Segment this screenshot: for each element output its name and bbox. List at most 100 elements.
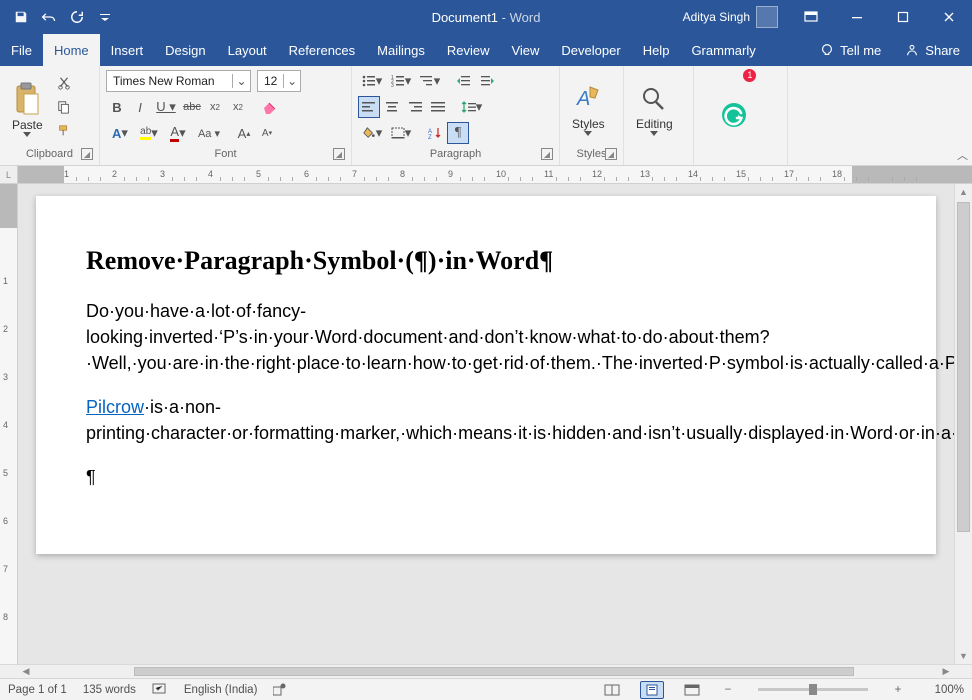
format-painter-icon[interactable]	[53, 120, 75, 142]
cut-icon[interactable]	[53, 72, 75, 94]
page-indicator[interactable]: Page 1 of 1	[8, 684, 67, 696]
tab-view[interactable]: View	[500, 34, 550, 66]
redo-icon[interactable]	[64, 5, 90, 29]
vertical-ruler[interactable]: 12345678	[0, 184, 18, 664]
styles-dialog-launcher[interactable]: ◢	[605, 148, 617, 160]
zoom-in-button[interactable]: +	[890, 684, 906, 696]
clipboard-dialog-launcher[interactable]: ◢	[81, 148, 93, 160]
collapse-ribbon-icon[interactable]: ︿	[957, 147, 968, 163]
align-right-icon[interactable]	[404, 96, 426, 118]
close-button[interactable]	[926, 0, 972, 34]
borders-icon[interactable]: ▾	[387, 122, 415, 144]
paragraph-dialog-launcher[interactable]: ◢	[541, 148, 553, 160]
tab-design[interactable]: Design	[154, 34, 216, 66]
tab-insert[interactable]: Insert	[100, 34, 155, 66]
zoom-slider-knob[interactable]	[809, 684, 817, 695]
zoom-out-button[interactable]: −	[720, 684, 736, 696]
scroll-down-icon[interactable]: ▼	[955, 648, 972, 664]
zoom-level[interactable]: 100%	[922, 684, 964, 696]
group-label: Paragraph	[430, 148, 481, 160]
align-left-icon[interactable]	[358, 96, 380, 118]
shading-icon[interactable]: ▾	[358, 122, 386, 144]
sort-icon[interactable]: AZ	[424, 122, 446, 144]
tab-file[interactable]: File	[0, 34, 43, 66]
line-spacing-icon[interactable]: ▾	[458, 96, 486, 118]
tab-help[interactable]: Help	[632, 34, 681, 66]
font-name-combo[interactable]: Times New Roman⌄	[106, 70, 251, 92]
tab-review[interactable]: Review	[436, 34, 501, 66]
horizontal-ruler[interactable]: 1234567891011121314151718	[18, 166, 972, 184]
pilcrow-link[interactable]: Pilcrow	[86, 397, 144, 417]
scroll-right-icon[interactable]: ▶	[938, 666, 954, 677]
subscript-button[interactable]: x2	[204, 96, 226, 118]
maximize-button[interactable]	[880, 0, 926, 34]
ribbon-tabs: File Home Insert Design Layout Reference…	[0, 34, 972, 66]
strikethrough-button[interactable]: abc	[181, 96, 203, 118]
word-count[interactable]: 135 words	[83, 684, 136, 696]
text-effects-icon[interactable]: A ▾	[106, 122, 134, 144]
vertical-scrollbar[interactable]: ▲ ▼	[954, 184, 972, 664]
copy-icon[interactable]	[53, 96, 75, 118]
horizontal-scrollbar[interactable]: ◀ ▶	[0, 664, 972, 678]
web-layout-icon[interactable]	[680, 681, 704, 699]
scroll-left-icon[interactable]: ◀	[18, 666, 34, 677]
ribbon-display-options-icon[interactable]	[788, 0, 834, 34]
spellcheck-icon[interactable]	[152, 683, 168, 696]
zoom-slider[interactable]	[758, 688, 868, 691]
shrink-font-icon[interactable]: A▾	[256, 122, 278, 144]
share-label: Share	[925, 43, 960, 58]
macro-recording-icon[interactable]	[273, 683, 287, 696]
show-hide-pilcrow-button[interactable]: ¶	[447, 122, 469, 144]
numbering-icon[interactable]: 123 ▾	[387, 70, 415, 92]
underline-button[interactable]: U ▾	[152, 96, 180, 118]
multilevel-list-icon[interactable]: ▾	[416, 70, 444, 92]
increase-indent-icon[interactable]	[476, 70, 498, 92]
status-bar: Page 1 of 1 135 words English (India) − …	[0, 678, 972, 700]
print-layout-icon[interactable]	[640, 681, 664, 699]
scroll-up-icon[interactable]: ▲	[955, 184, 972, 200]
font-size-combo[interactable]: 12⌄	[257, 70, 301, 92]
highlight-color-icon[interactable]: ab ▾	[135, 122, 163, 144]
editing-button[interactable]: Editing	[630, 70, 679, 148]
notification-badge-icon: 1	[743, 69, 756, 82]
share-button[interactable]: Share	[893, 34, 972, 66]
bold-button[interactable]: B	[106, 96, 128, 118]
tab-home[interactable]: Home	[43, 34, 100, 66]
group-label: Styles	[577, 148, 607, 160]
superscript-button[interactable]: x2	[227, 96, 249, 118]
grow-font-icon[interactable]: A▴	[233, 122, 255, 144]
align-center-icon[interactable]	[381, 96, 403, 118]
read-mode-icon[interactable]	[600, 681, 624, 699]
minimize-button[interactable]	[834, 0, 880, 34]
tab-grammarly[interactable]: Grammarly	[680, 34, 766, 66]
font-color-icon[interactable]: A ▾	[164, 122, 192, 144]
user-name: Aditya Singh	[683, 10, 750, 24]
undo-icon[interactable]	[36, 5, 62, 29]
tab-mailings[interactable]: Mailings	[366, 34, 436, 66]
save-icon[interactable]	[8, 5, 34, 29]
qat-customize-icon[interactable]	[92, 5, 118, 29]
justify-icon[interactable]	[427, 96, 449, 118]
tab-layout[interactable]: Layout	[217, 34, 278, 66]
account-user[interactable]: Aditya Singh	[683, 6, 778, 28]
group-styles: A Styles Styles◢	[560, 66, 624, 165]
paste-button[interactable]: Paste	[6, 70, 49, 148]
styles-button[interactable]: A Styles	[566, 70, 611, 148]
tab-references[interactable]: References	[278, 34, 366, 66]
tab-developer[interactable]: Developer	[550, 34, 631, 66]
font-size-value: 12	[258, 74, 283, 88]
bullets-icon[interactable]: ▾	[358, 70, 386, 92]
document-body[interactable]: Remove·Paragraph·Symbol·(¶)·in·Word¶ Do·…	[86, 242, 886, 490]
paste-label: Paste	[12, 118, 43, 132]
decrease-indent-icon[interactable]	[453, 70, 475, 92]
workspace: L 12345678 1234567891011121314151718 Rem…	[0, 166, 972, 664]
font-dialog-launcher[interactable]: ◢	[333, 148, 345, 160]
document-paragraph: Do·you·have·a·lot·of·fancy-looking·inver…	[86, 298, 886, 376]
tell-me[interactable]: Tell me	[808, 34, 893, 66]
language-indicator[interactable]: English (India)	[184, 684, 258, 696]
italic-button[interactable]: I	[129, 96, 151, 118]
clear-formatting-icon[interactable]	[259, 96, 281, 118]
change-case-icon[interactable]: Aa ▾	[193, 122, 225, 144]
scrollbar-thumb[interactable]	[134, 667, 854, 676]
scrollbar-thumb[interactable]	[957, 202, 970, 532]
